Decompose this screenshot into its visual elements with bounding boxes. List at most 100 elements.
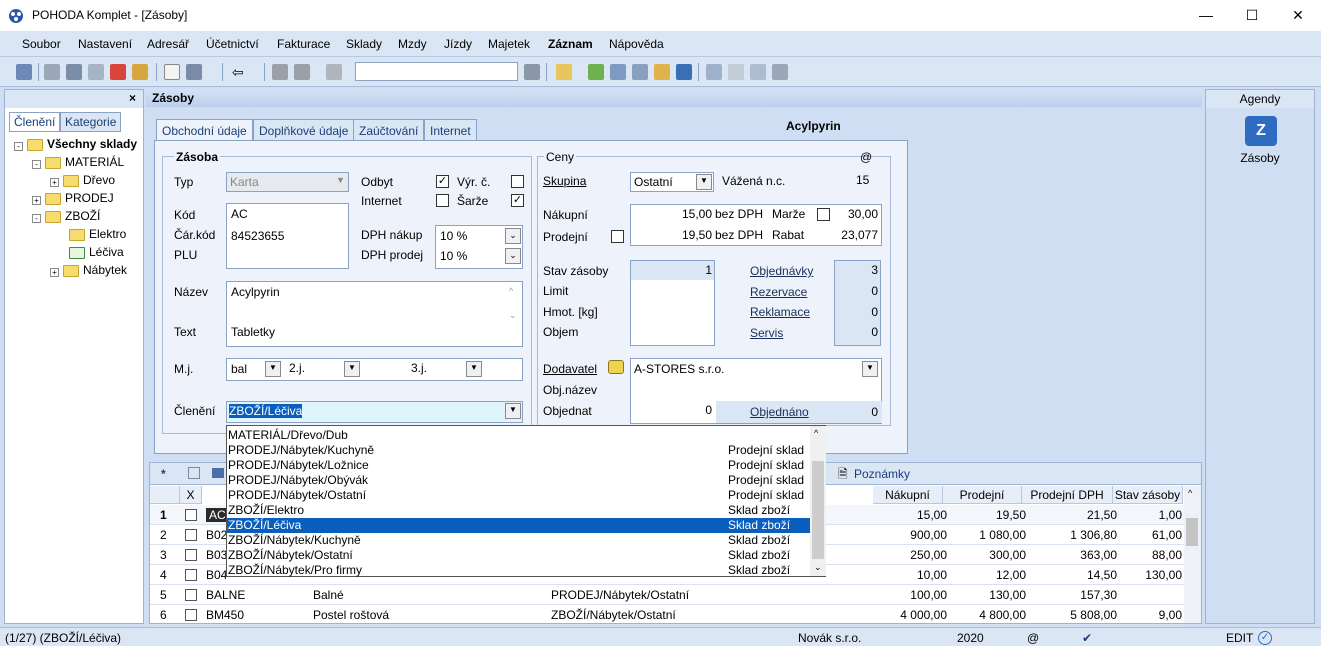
- tab-kategorie[interactable]: Kategorie: [60, 112, 122, 132]
- chevron-down-icon[interactable]: ▼: [696, 174, 712, 190]
- scroll-thumb[interactable]: [1186, 518, 1198, 546]
- tab-doplnkove-udaje[interactable]: Doplňkové údaje: [253, 119, 355, 141]
- row-checkbox[interactable]: [185, 589, 197, 601]
- menu-nastaveni[interactable]: Nastavení: [78, 37, 132, 51]
- menu-soubor[interactable]: Soubor: [22, 37, 61, 51]
- expand-icon[interactable]: +: [50, 268, 59, 277]
- table-icon[interactable]: [632, 64, 648, 80]
- chevron-up-icon[interactable]: ^: [814, 428, 818, 438]
- rezervace-link[interactable]: Rezervace: [750, 285, 807, 299]
- dropdown-item[interactable]: PRODEJ/Nábytek/Kuchyně Prodejní sklad: [227, 443, 810, 458]
- back-icon[interactable]: ⇦: [232, 64, 248, 80]
- folder-icon[interactable]: [556, 64, 572, 80]
- chevron-down-icon[interactable]: ▼: [344, 361, 360, 377]
- tree-item-elektro[interactable]: Elektro: [69, 227, 126, 241]
- servis-link[interactable]: Servis: [750, 326, 783, 340]
- form-icon[interactable]: [750, 64, 766, 80]
- objednano-link[interactable]: Objednáno: [750, 405, 809, 419]
- tree-item-leciva[interactable]: Léčiva: [69, 245, 124, 259]
- help-icon[interactable]: [772, 64, 788, 80]
- col-nakupni[interactable]: Nákupní: [873, 486, 943, 504]
- dropdown-item[interactable]: ZBOŽÍ/Nábytek/Kuchyně Sklad zboží: [227, 533, 810, 548]
- typ-select[interactable]: Karta: [226, 172, 349, 192]
- toolbar-search-combo[interactable]: [355, 62, 518, 81]
- menu-napoveda[interactable]: Nápověda: [609, 37, 664, 51]
- objednat-field[interactable]: 0: [660, 403, 712, 417]
- chevron-down-icon[interactable]: ▼: [505, 403, 521, 419]
- grid-scrollbar[interactable]: ^: [1184, 486, 1201, 623]
- tree-item-vsechny-sklady[interactable]: Všechny sklady: [27, 137, 137, 151]
- list-icon[interactable]: [728, 64, 744, 80]
- dropdown-item[interactable]: ZBOŽÍ/Nábytek/Ostatní Sklad zboží: [227, 548, 810, 563]
- at-icon[interactable]: @: [860, 150, 872, 164]
- menu-sklady[interactable]: Sklady: [346, 37, 382, 51]
- tab-zauctovani[interactable]: Zaúčtování: [353, 119, 425, 141]
- chevron-down-icon[interactable]: ⌄: [505, 228, 521, 244]
- grid-view-icon[interactable]: [212, 468, 224, 478]
- prodejni-checkbox[interactable]: [611, 230, 624, 243]
- sarze-checkbox[interactable]: ✓: [511, 194, 524, 207]
- row-checkbox[interactable]: [185, 549, 197, 561]
- dropdown-scroll-thumb[interactable]: [812, 461, 824, 559]
- text-field[interactable]: Tabletky: [231, 325, 275, 339]
- dropdown-item[interactable]: ZBOŽÍ/Elektro Sklad zboží: [227, 503, 810, 518]
- row-checkbox[interactable]: [185, 529, 197, 541]
- dropdown-item[interactable]: MATERIÁL/Dřevo/Dub: [227, 428, 810, 443]
- objednavky-link[interactable]: Objednávky: [750, 264, 813, 278]
- row-checkbox[interactable]: [185, 609, 197, 621]
- dropdown-item[interactable]: ZBOŽÍ/Léčiva Sklad zboží: [227, 518, 810, 533]
- col-stav-zasoby[interactable]: Stav zásoby: [1113, 486, 1183, 504]
- expand-icon[interactable]: +: [32, 196, 41, 205]
- supplier-book-icon[interactable]: [608, 360, 624, 374]
- tab-cleneni[interactable]: Členění: [9, 112, 61, 132]
- chevron-down-icon[interactable]: ⌄: [505, 248, 521, 264]
- tree-item-material[interactable]: MATERIÁL: [45, 155, 124, 169]
- agenda-icon[interactable]: [16, 64, 32, 80]
- tree-item-drevo[interactable]: Dřevo: [63, 173, 115, 187]
- menu-majetek[interactable]: Majetek: [488, 37, 530, 51]
- kod-field[interactable]: AC: [231, 207, 248, 221]
- col-prodejni[interactable]: Prodejní: [943, 486, 1022, 504]
- rabat-field[interactable]: 23,077: [830, 228, 878, 242]
- zasoby-agenda-icon[interactable]: Z: [1245, 116, 1277, 146]
- table-row[interactable]: 6 BM450 Postel roštová ZBOŽÍ/Nábytek/Ostatn…: [150, 605, 1184, 625]
- dropdown-item[interactable]: PRODEJ/Nábytek/Ostatní Prodejní sklad: [227, 488, 810, 503]
- car-field[interactable]: 84523655: [231, 229, 284, 243]
- col-prodejni-dph[interactable]: Prodejní DPH: [1022, 486, 1113, 504]
- filter-icon[interactable]: [524, 64, 540, 80]
- close-window-button[interactable]: ✕: [1275, 0, 1321, 31]
- money-icon[interactable]: [588, 64, 604, 80]
- chevron-down-icon[interactable]: ⌄: [509, 310, 517, 321]
- tab-poznamky[interactable]: Poznámky: [854, 467, 910, 481]
- print-preview-icon[interactable]: [88, 64, 104, 80]
- marze-checkbox[interactable]: [817, 208, 830, 221]
- tree-item-zbozi[interactable]: ZBOŽÍ: [45, 209, 100, 223]
- collapse-icon[interactable]: -: [14, 142, 23, 151]
- copy-icon[interactable]: [44, 64, 60, 80]
- chevron-down-icon[interactable]: ▼: [862, 361, 878, 377]
- tab-obchodni-udaje[interactable]: Obchodní údaje: [156, 119, 253, 142]
- dph-nakup-field[interactable]: 10 %: [440, 229, 467, 243]
- tree-item-nabytek[interactable]: Nábytek: [63, 263, 127, 277]
- minimize-button[interactable]: —: [1183, 0, 1229, 31]
- odbyt-checkbox[interactable]: ✓: [436, 175, 449, 188]
- menu-ucetnictvi[interactable]: Účetnictví: [206, 37, 259, 51]
- cancel-icon[interactable]: [294, 64, 310, 80]
- row-checkbox[interactable]: [185, 569, 197, 581]
- dodavatel-field[interactable]: A-STORES s.r.o.: [634, 362, 724, 376]
- expand-icon[interactable]: +: [50, 178, 59, 187]
- export-icon[interactable]: [132, 64, 148, 80]
- dropdown-item[interactable]: ZBOŽÍ/Nábytek/Pro firmy Sklad zboží: [227, 563, 810, 578]
- prodejni-field[interactable]: 19,50: [640, 228, 712, 242]
- dropdown-item[interactable]: PRODEJ/Nábytek/Ložnice Prodejní sklad: [227, 458, 810, 473]
- paste-icon[interactable]: [326, 64, 342, 80]
- cleneni-dropdown-list[interactable]: MATERIÁL/Dřevo/Dub PRODEJ/Nábytek/Kuchyně…: [226, 425, 826, 577]
- pdf-icon[interactable]: [110, 64, 126, 80]
- dph-prodej-field[interactable]: 10 %: [440, 249, 467, 263]
- chevron-up-icon[interactable]: ^: [509, 286, 513, 296]
- collapse-icon[interactable]: -: [32, 160, 41, 169]
- chevron-down-icon[interactable]: ▼: [265, 361, 281, 377]
- row-checkbox[interactable]: [185, 509, 197, 521]
- reklamace-link[interactable]: Reklamace: [750, 305, 810, 319]
- message-icon[interactable]: [706, 64, 722, 80]
